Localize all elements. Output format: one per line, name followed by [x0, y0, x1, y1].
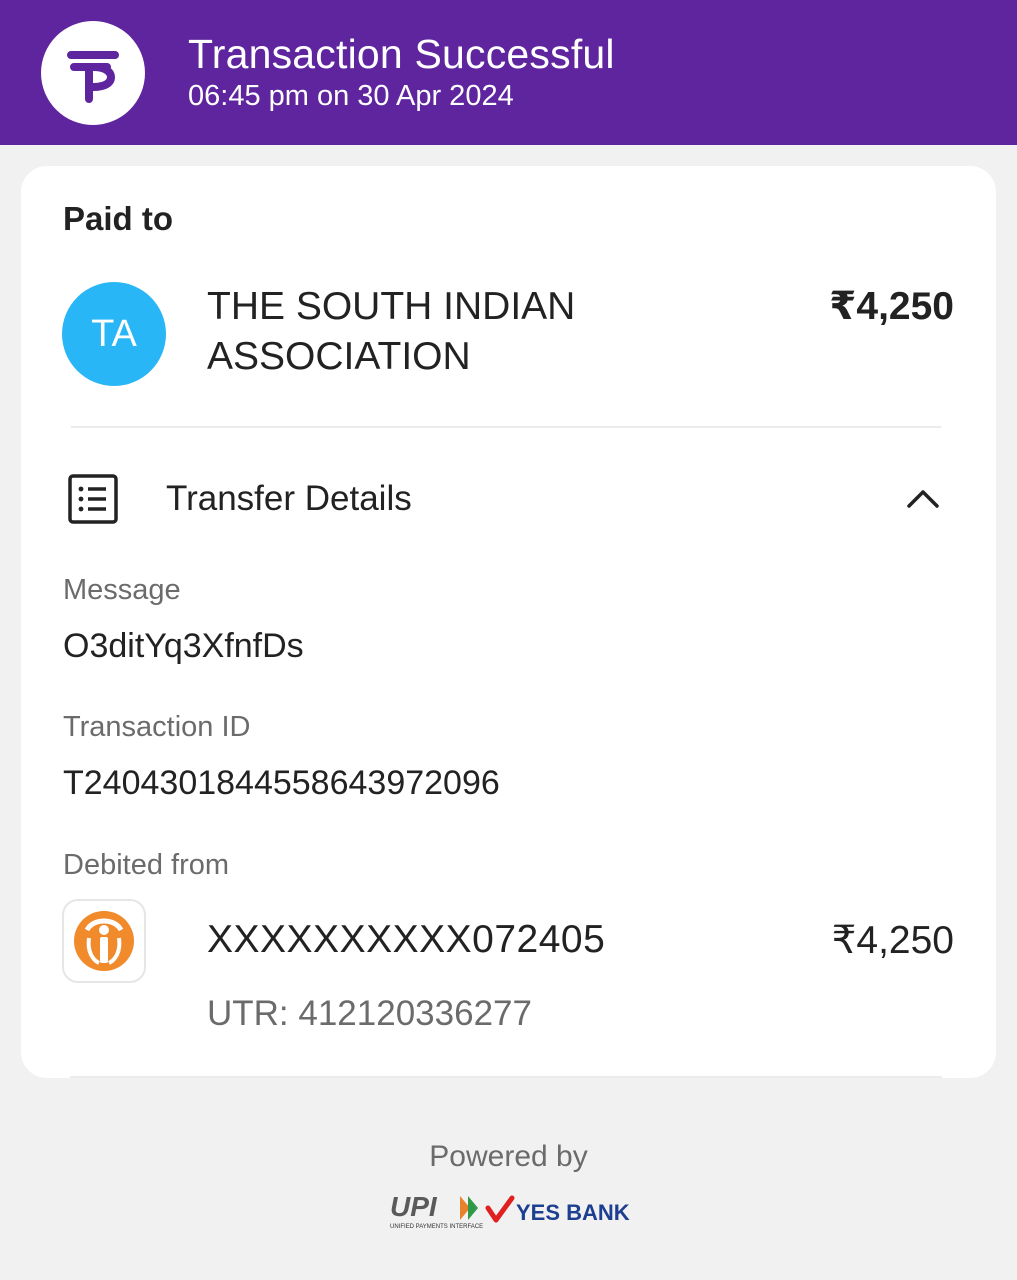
receipt-list-icon [68, 474, 118, 524]
payee-name-line1: THE SOUTH INDIAN [207, 285, 576, 328]
transaction-timestamp: 06:45 pm on 30 Apr 2024 [188, 80, 514, 112]
paid-amount: ₹4,250 [829, 285, 954, 328]
message-label: Message [63, 574, 181, 606]
partner-logos: UPI UNIFIED PAYMENTS INTERFACE YES BANK [388, 1190, 638, 1232]
yes-bank-text: YES BANK [516, 1200, 630, 1225]
payee-avatar: TA [62, 282, 166, 386]
debit-amount: ₹4,250 [831, 919, 954, 962]
idbi-bank-logo-icon [62, 899, 146, 983]
chevron-up-icon[interactable] [903, 482, 943, 512]
upi-subtext: UNIFIED PAYMENTS INTERFACE [390, 1224, 483, 1230]
upi-yes-bank-logo-icon: UPI UNIFIED PAYMENTS INTERFACE YES BANK [390, 1191, 630, 1230]
transaction-card: Paid to TA THE SOUTH INDIAN ASSOCIATION … [21, 166, 996, 1078]
payee-name-line2: ASSOCIATION [207, 335, 471, 378]
phonepe-logo-icon [41, 21, 145, 125]
payee-name: THE SOUTH INDIAN ASSOCIATION [207, 282, 667, 382]
transfer-details-label: Transfer Details [166, 479, 412, 518]
transaction-status: Transaction Successful [188, 31, 615, 77]
transaction-id-label: Transaction ID [63, 711, 251, 743]
transaction-id-value: T2404301844558643972096 [63, 764, 500, 802]
debited-from-label: Debited from [63, 849, 230, 881]
payee-initials: TA [91, 312, 137, 355]
debit-account-number: XXXXXXXXXX072405 [207, 918, 606, 961]
message-value: O3ditYq3XfnfDs [63, 627, 304, 665]
bottom-divider [70, 1076, 942, 1078]
upi-logo-text: UPI [390, 1191, 438, 1222]
utr-number: UTR: 412120336277 [207, 994, 532, 1033]
powered-by-label: Powered by [429, 1140, 588, 1173]
divider [71, 426, 941, 428]
paid-to-label: Paid to [63, 200, 174, 237]
header-bar: Transaction Successful 06:45 pm on 30 Ap… [0, 0, 1017, 145]
